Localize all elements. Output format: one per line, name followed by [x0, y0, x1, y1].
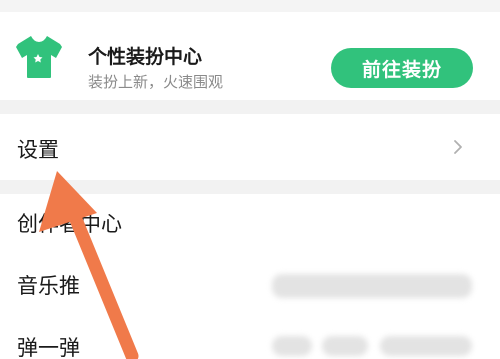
menu-list: 创作者中心 音乐推 弹一弹	[0, 194, 500, 359]
menu-item-creator-center[interactable]: 创作者中心	[17, 208, 122, 238]
blurred-value	[272, 336, 312, 356]
top-divider	[0, 0, 500, 12]
dressup-center-subtitle: 装扮上新，火速围观	[88, 73, 224, 91]
menu-item-music-push[interactable]: 音乐推	[17, 270, 80, 300]
go-dressup-button[interactable]: 前往装扮	[331, 48, 473, 88]
app-screen: 个性装扮中心 装扮上新，火速围观 前往装扮 设置 创作者中心 音乐推 弹一弹	[0, 0, 500, 359]
blurred-value	[272, 274, 472, 298]
settings-row[interactable]: 设置	[0, 114, 500, 180]
dressup-center-card[interactable]: 个性装扮中心 装扮上新，火速围观 前往装扮	[0, 12, 500, 100]
section-divider	[0, 180, 500, 194]
tshirt-icon	[16, 36, 62, 78]
section-divider	[0, 100, 500, 114]
blurred-value	[322, 336, 368, 356]
blurred-value	[380, 336, 472, 356]
chevron-right-icon	[454, 140, 462, 154]
settings-label: 设置	[17, 138, 59, 162]
dressup-center-title: 个性装扮中心	[88, 46, 203, 68]
menu-item-danmu[interactable]: 弹一弹	[17, 332, 80, 359]
